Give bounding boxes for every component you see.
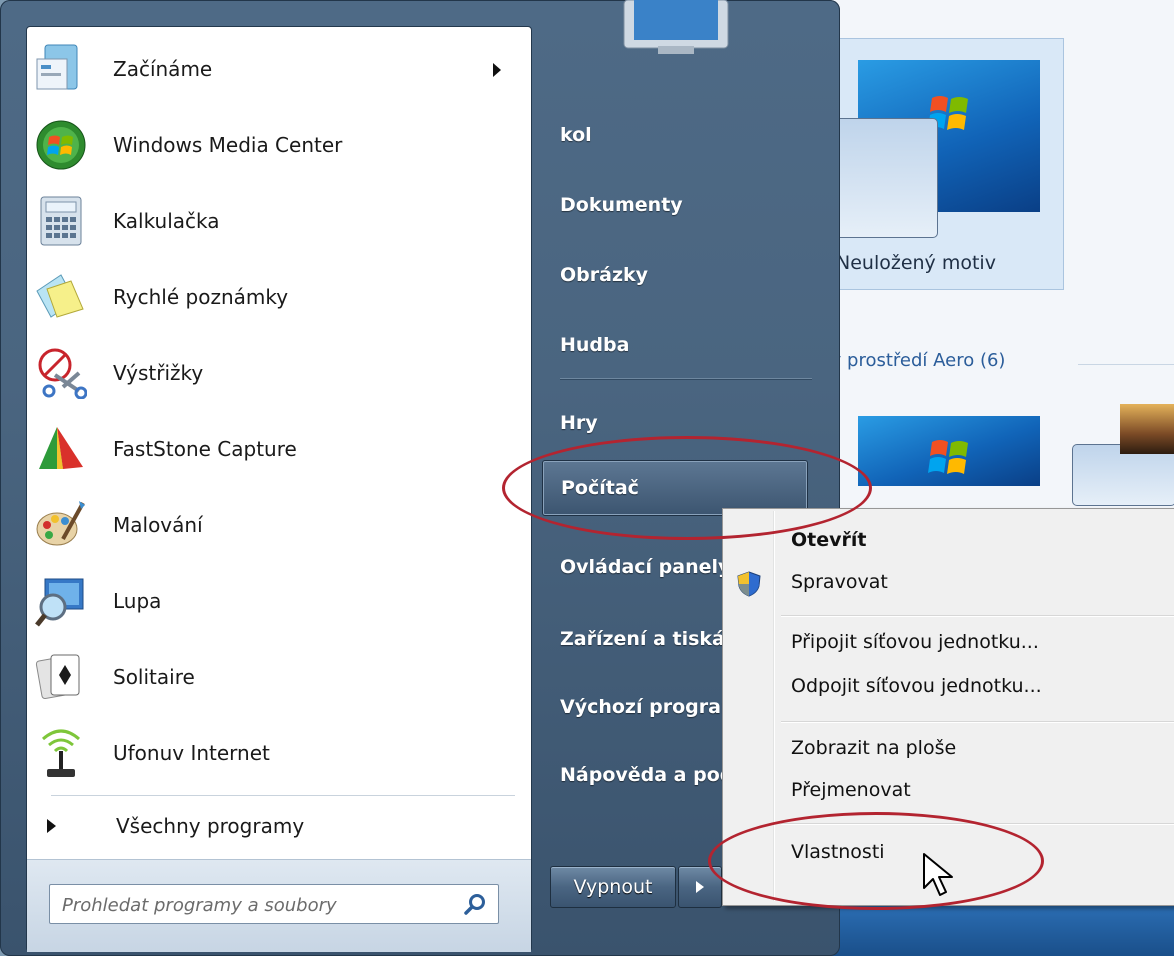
program-label: Solitaire <box>113 665 195 689</box>
mouse-pointer-icon <box>923 853 953 896</box>
faststone-capture-icon <box>39 427 83 469</box>
right-pane-music[interactable]: Hudba <box>542 318 808 372</box>
arrow-right-icon <box>696 881 704 893</box>
search-area <box>27 859 531 952</box>
unsaved-theme-label: Neuložený motiv <box>836 252 996 274</box>
sticky-notes-icon <box>36 274 84 318</box>
program-label: Windows Media Center <box>113 133 343 157</box>
menu-item-rename[interactable]: Přejmenovat <box>791 779 911 801</box>
menu-separator <box>781 721 1174 722</box>
windows-logo-icon <box>928 440 968 474</box>
getting-started-icon <box>36 44 78 90</box>
program-label: Malování <box>113 513 203 537</box>
program-item-ufonuv-internet[interactable]: Ufonuv Internet <box>27 715 531 791</box>
aero-theme-thumbnail[interactable] <box>858 416 1040 486</box>
right-pane-divider <box>560 378 812 379</box>
all-programs-label: Všechny programy <box>116 814 305 838</box>
expand-arrow-icon <box>47 819 56 833</box>
shield-icon <box>737 571 761 597</box>
program-label: Ufonuv Internet <box>113 741 270 765</box>
pinned-programs-pane: Začínáme Windows Media Center Kalkulačka <box>26 26 532 952</box>
program-label: Kalkulačka <box>113 209 220 233</box>
program-label: Výstřižky <box>113 361 204 385</box>
menu-separator <box>781 615 1174 616</box>
landscape-theme-thumbnail[interactable] <box>1120 404 1174 454</box>
search-icon[interactable] <box>464 893 486 915</box>
aero-themes-group-label: vy prostředí Aero (6) <box>820 350 1006 371</box>
menu-item-map-network-drive[interactable]: Připojit síťovou jednotku... <box>791 631 1039 653</box>
program-item-magnifier[interactable]: Lupa <box>27 563 531 639</box>
program-label: FastStone Capture <box>113 437 297 461</box>
program-item-getting-started[interactable]: Začínáme <box>27 31 531 107</box>
media-center-icon <box>36 120 86 170</box>
submenu-arrow-icon[interactable] <box>493 63 501 77</box>
wifi-antenna-icon <box>42 729 80 777</box>
calculator-icon <box>40 196 82 246</box>
menu-item-manage[interactable]: Spravovat <box>791 571 888 593</box>
shutdown-button[interactable]: Vypnout <box>550 866 676 908</box>
program-label: Lupa <box>113 589 162 613</box>
magnifier-icon <box>35 578 84 627</box>
program-item-sticky-notes[interactable]: Rychlé poznámky <box>27 259 531 335</box>
program-item-media-center[interactable]: Windows Media Center <box>27 107 531 183</box>
theme-window-preview <box>832 118 938 238</box>
search-box[interactable] <box>49 884 499 924</box>
menu-item-show-on-desktop[interactable]: Zobrazit na ploše <box>791 737 956 759</box>
paint-icon <box>36 501 85 546</box>
program-item-faststone-capture[interactable]: FastStone Capture <box>27 411 531 487</box>
program-item-calculator[interactable]: Kalkulačka <box>27 183 531 259</box>
program-item-solitaire[interactable]: Solitaire <box>27 639 531 715</box>
menu-item-open[interactable]: Otevřít <box>791 529 866 551</box>
right-pane-user[interactable]: kol <box>542 108 808 162</box>
snipping-tool-icon <box>38 348 87 399</box>
program-label: Začínáme <box>113 57 213 81</box>
right-pane-pictures[interactable]: Obrázky <box>542 248 808 302</box>
program-item-snipping-tool[interactable]: Výstřižky <box>27 335 531 411</box>
menu-item-disconnect-network-drive[interactable]: Odpojit síťovou jednotku... <box>791 675 1042 697</box>
programs-divider <box>51 795 515 796</box>
group-divider <box>1078 364 1174 365</box>
highlight-ring-computer <box>502 436 872 540</box>
program-item-paint[interactable]: Malování <box>27 487 531 563</box>
all-programs-button[interactable]: Všechny programy <box>27 803 531 849</box>
program-label: Rychlé poznámky <box>113 285 289 309</box>
computer-monitor-user-icon <box>623 0 729 54</box>
solitaire-icon <box>35 654 80 699</box>
right-pane-documents[interactable]: Dokumenty <box>542 178 808 232</box>
search-input[interactable] <box>60 891 444 919</box>
highlight-ring-properties <box>708 812 1044 910</box>
